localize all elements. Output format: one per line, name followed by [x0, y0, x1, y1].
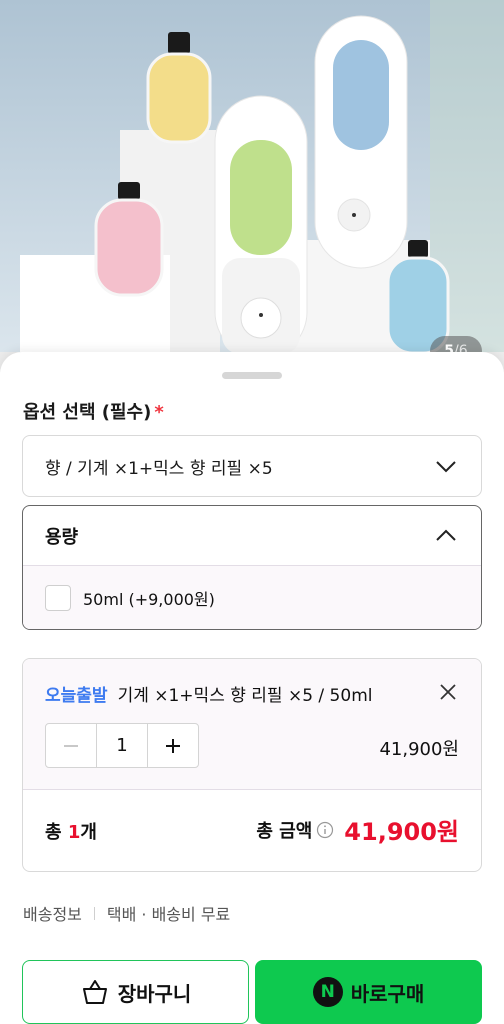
increase-quantity-button[interactable] — [147, 724, 198, 767]
buy-button-label: 바로구매 — [350, 981, 425, 1006]
capacity-option-dropdown: 용량 50ml (+9,000원) — [22, 505, 482, 630]
same-day-shipping-tag: 오늘출발 — [45, 686, 108, 706]
capacity-option-label: 50ml (+9,000원) — [83, 589, 215, 609]
decrease-quantity-button[interactable] — [46, 724, 97, 767]
chevron-down-icon — [436, 461, 456, 473]
total-quantity: 총 1개 — [45, 818, 97, 844]
quantity-stepper: 1 — [45, 723, 199, 768]
selected-option-name: 기계 ×1+믹스 향 리필 ×5 / 50ml — [117, 686, 373, 706]
plus-icon — [166, 738, 180, 753]
required-mark: * — [154, 402, 164, 423]
total-count-number: 1 — [67, 822, 81, 843]
minus-icon — [64, 744, 78, 747]
capacity-checkbox[interactable] — [45, 584, 71, 611]
total-amount: 총 금액 41,900원 — [256, 812, 459, 847]
selected-option-label: 오늘출발 기계 ×1+믹스 향 리필 ×5 / 50ml — [45, 681, 372, 706]
scent-option-value: 향 / 기계 ×1+믹스 향 리필 ×5 — [45, 458, 273, 479]
cart-button-label: 장바구니 — [117, 981, 192, 1006]
scent-option-select[interactable]: 향 / 기계 ×1+믹스 향 리필 ×5 — [22, 435, 482, 497]
close-icon[interactable] — [437, 681, 459, 703]
capacity-option-item[interactable]: 50ml (+9,000원) — [23, 566, 481, 629]
info-icon[interactable] — [316, 821, 334, 839]
naver-pay-icon: N — [312, 977, 343, 1007]
shopping-basket-icon — [82, 980, 107, 1004]
option-price: 41,900원 — [379, 739, 459, 760]
product-image-gallery[interactable]: 5 / 6 — [0, 0, 504, 372]
option-section-title: 옵션 선택 (필수) * — [23, 398, 164, 424]
option-title-text: 옵션 선택 (필수) — [23, 402, 152, 423]
total-count-suffix: 개 — [80, 822, 97, 843]
add-to-cart-button[interactable]: 장바구니 — [22, 960, 249, 1024]
capacity-label: 용량 — [45, 526, 79, 548]
capacity-dropdown-header[interactable]: 용량 — [23, 506, 481, 566]
sheet-drag-handle[interactable] — [222, 372, 282, 379]
buy-now-button[interactable]: N 바로구매 — [255, 960, 482, 1024]
shipping-value: 택배 · 배송비 무료 — [106, 905, 231, 924]
total-prefix: 총 — [45, 822, 68, 843]
product-photo — [0, 0, 504, 372]
shipping-info: 배송정보 택배 · 배송비 무료 — [23, 901, 230, 925]
chevron-up-icon — [436, 529, 456, 541]
selected-option-card: 오늘출발 기계 ×1+믹스 향 리필 ×5 / 50ml 1 41,900원 총 … — [22, 658, 482, 872]
total-amount-value: 41,900원 — [344, 818, 459, 846]
total-amount-label: 총 금액 — [256, 820, 313, 842]
quantity-value[interactable]: 1 — [97, 724, 147, 767]
shipping-label: 배송정보 — [23, 905, 82, 924]
divider — [93, 906, 95, 920]
option-bottom-sheet: 옵션 선택 (필수) * 향 / 기계 ×1+믹스 향 리필 ×5 용량 50ml… — [0, 352, 504, 1024]
